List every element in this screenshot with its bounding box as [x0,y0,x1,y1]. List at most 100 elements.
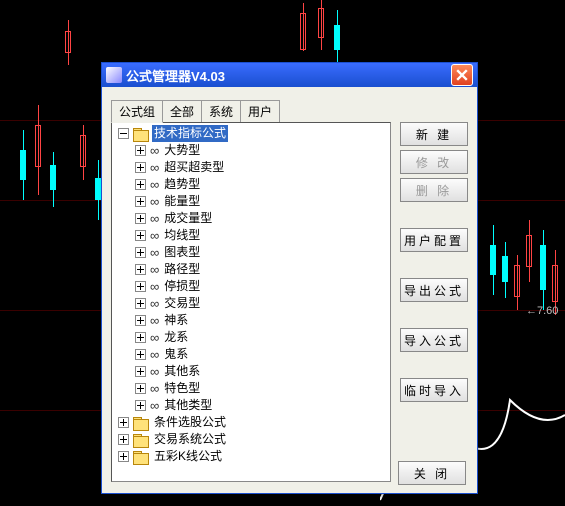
tree-node-child[interactable]: ∞交易型 [114,295,388,312]
expand-icon[interactable] [135,162,146,173]
tree-node-child[interactable]: ∞超买超卖型 [114,159,388,176]
tree-node-root[interactable]: 技术指标公式 [114,125,388,142]
infinity-icon: ∞ [150,295,159,312]
expand-icon[interactable] [118,434,129,445]
expand-icon[interactable] [135,247,146,258]
infinity-icon: ∞ [150,227,159,244]
tree-label[interactable]: 趋势型 [162,176,202,193]
tree-label[interactable]: 能量型 [162,193,202,210]
import-button[interactable]: 导入公式 [400,328,468,352]
tree-label[interactable]: 技术指标公式 [152,125,228,142]
tree-node-root[interactable]: 条件选股公式 [114,414,388,431]
expand-icon[interactable] [135,383,146,394]
tree-node-child[interactable]: ∞特色型 [114,380,388,397]
button-panel: 新 建 修 改 删 除 用户配置 导出公式 导入公式 临时导入 [400,122,468,482]
expand-icon[interactable] [135,179,146,190]
edit-button[interactable]: 修 改 [400,150,468,174]
folder-icon [133,128,149,140]
close-button[interactable]: 关 闭 [398,461,466,485]
tree-label[interactable]: 神系 [162,312,190,329]
infinity-icon: ∞ [150,244,159,261]
titlebar[interactable]: 公式管理器V4.03 [102,63,477,87]
infinity-icon: ∞ [150,159,159,176]
tree-label[interactable]: 龙系 [162,329,190,346]
tree-label[interactable]: 鬼系 [162,346,190,363]
tree-node-child[interactable]: ∞其他系 [114,363,388,380]
tab-all[interactable]: 全部 [162,100,202,122]
tree-node-child[interactable]: ∞能量型 [114,193,388,210]
tab-formula-group[interactable]: 公式组 [111,100,163,123]
expand-icon[interactable] [135,264,146,275]
tree-node-child[interactable]: ∞路径型 [114,261,388,278]
tree-label[interactable]: 特色型 [162,380,202,397]
tree-label[interactable]: 均线型 [162,227,202,244]
tree-node-child[interactable]: ∞成交量型 [114,210,388,227]
delete-button[interactable]: 删 除 [400,178,468,202]
infinity-icon: ∞ [150,397,159,414]
infinity-icon: ∞ [150,363,159,380]
tree-node-root[interactable]: 交易系统公式 [114,431,388,448]
app-icon [106,67,122,83]
infinity-icon: ∞ [150,261,159,278]
infinity-icon: ∞ [150,380,159,397]
infinity-icon: ∞ [150,329,159,346]
tree-node-child[interactable]: ∞其他类型 [114,397,388,414]
infinity-icon: ∞ [150,142,159,159]
expand-icon[interactable] [135,298,146,309]
tree-label[interactable]: 大势型 [162,142,202,159]
infinity-icon: ∞ [150,176,159,193]
tree-node-child[interactable]: ∞停损型 [114,278,388,295]
expand-icon[interactable] [135,315,146,326]
expand-icon[interactable] [135,213,146,224]
folder-icon [133,434,149,446]
expand-icon[interactable] [118,417,129,428]
expand-icon[interactable] [135,230,146,241]
formula-tree[interactable]: 技术指标公式∞大势型∞超买超卖型∞趋势型∞能量型∞成交量型∞均线型∞图表型∞路径… [111,122,391,482]
tree-label[interactable]: 超买超卖型 [162,159,226,176]
tree-label[interactable]: 其他系 [162,363,202,380]
collapse-icon[interactable] [118,128,129,139]
tree-node-child[interactable]: ∞图表型 [114,244,388,261]
infinity-icon: ∞ [150,346,159,363]
tree-label[interactable]: 交易型 [162,295,202,312]
expand-icon[interactable] [135,196,146,207]
expand-icon[interactable] [118,451,129,462]
infinity-icon: ∞ [150,210,159,227]
export-button[interactable]: 导出公式 [400,278,468,302]
tree-node-child[interactable]: ∞趋势型 [114,176,388,193]
tab-bar: 公式组 全部 系统 用户 [111,100,468,122]
tree-node-child[interactable]: ∞神系 [114,312,388,329]
expand-icon[interactable] [135,349,146,360]
expand-icon[interactable] [135,400,146,411]
infinity-icon: ∞ [150,278,159,295]
tree-node-child[interactable]: ∞龙系 [114,329,388,346]
expand-icon[interactable] [135,281,146,292]
tree-label[interactable]: 路径型 [162,261,202,278]
temp-import-button[interactable]: 临时导入 [400,378,468,402]
close-icon[interactable] [451,64,473,86]
tree-label[interactable]: 五彩K线公式 [152,448,224,465]
formula-manager-dialog: 公式管理器V4.03 公式组 全部 系统 用户 技术指标公式∞大势型∞超买超卖型… [101,62,478,494]
dialog-title: 公式管理器V4.03 [126,66,451,85]
infinity-icon: ∞ [150,312,159,329]
tree-label[interactable]: 停损型 [162,278,202,295]
tree-node-child[interactable]: ∞均线型 [114,227,388,244]
tree-label[interactable]: 图表型 [162,244,202,261]
user-config-button[interactable]: 用户配置 [400,228,468,252]
expand-icon[interactable] [135,145,146,156]
tree-label[interactable]: 其他类型 [162,397,214,414]
tree-label[interactable]: 交易系统公式 [152,431,228,448]
tab-user[interactable]: 用户 [240,100,280,122]
tab-system[interactable]: 系统 [201,100,241,122]
tree-node-child[interactable]: ∞鬼系 [114,346,388,363]
expand-icon[interactable] [135,366,146,377]
folder-icon [133,417,149,429]
tree-label[interactable]: 成交量型 [162,210,214,227]
price-label: ←7.60 [526,305,558,317]
tree-node-child[interactable]: ∞大势型 [114,142,388,159]
tree-label[interactable]: 条件选股公式 [152,414,228,431]
new-button[interactable]: 新 建 [400,122,468,146]
infinity-icon: ∞ [150,193,159,210]
tree-node-root[interactable]: 五彩K线公式 [114,448,388,465]
expand-icon[interactable] [135,332,146,343]
